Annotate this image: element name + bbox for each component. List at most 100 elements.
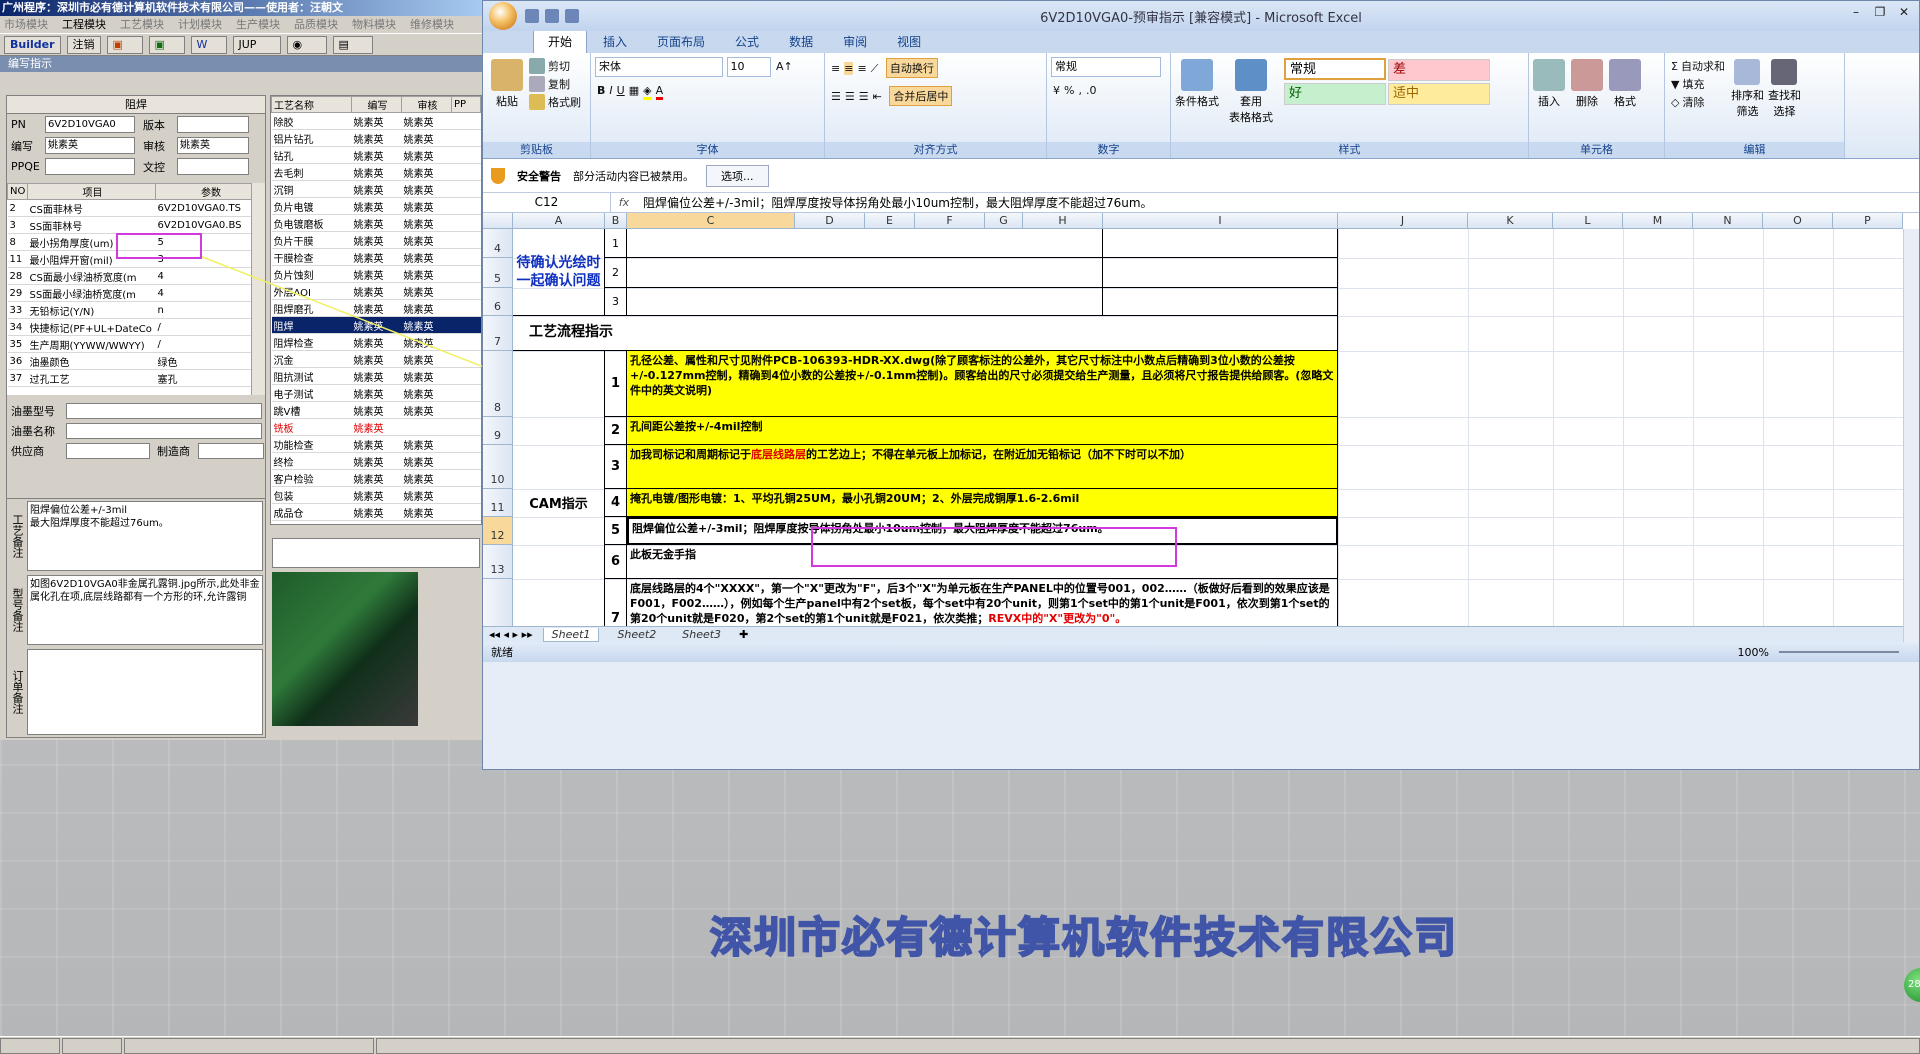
column-header[interactable]: O — [1763, 213, 1833, 229]
percent-icon[interactable]: % — [1064, 84, 1074, 97]
column-header[interactable]: L — [1553, 213, 1623, 229]
order-note[interactable] — [27, 649, 263, 735]
param-row[interactable]: 29 SS面最小绿油桥宽度(m 4 — [7, 284, 265, 302]
font-color-icon[interactable]: A — [655, 84, 664, 100]
wrap-text-button[interactable]: 自动换行 — [885, 58, 938, 78]
row-header[interactable]: 8 — [483, 351, 513, 417]
column-header[interactable]: D — [795, 213, 865, 229]
sheet-tab-2[interactable]: Sheet2 — [609, 628, 664, 641]
row-header[interactable]: 12 — [483, 517, 513, 545]
row-header[interactable]: 13 — [483, 545, 513, 579]
question-cell[interactable] — [627, 258, 1103, 288]
step-number[interactable]: 7 — [605, 579, 627, 626]
ribbon-tab[interactable]: 视图 — [883, 30, 935, 53]
question-number[interactable]: 1 — [605, 229, 627, 258]
row-header[interactable]: 4 — [483, 229, 513, 258]
process-title-cell[interactable]: 工艺流程指示 — [513, 316, 1338, 351]
step-number[interactable]: 1 — [605, 351, 627, 417]
menu-item[interactable]: 物料模块 — [352, 16, 396, 33]
grow-font-icon[interactable]: A↑ — [776, 60, 793, 73]
format-painter-button[interactable]: 格式刷 — [529, 94, 581, 110]
step-number[interactable]: 2 — [605, 417, 627, 445]
save-icon[interactable] — [525, 9, 539, 23]
column-header[interactable]: P — [1833, 213, 1903, 229]
currency-icon[interactable]: ¥ — [1053, 84, 1060, 97]
process-row[interactable]: 外层AOI 姚素英 姚素英 — [271, 282, 481, 300]
question-cell[interactable] — [627, 288, 1103, 316]
border-icon[interactable]: ▦ — [629, 84, 639, 97]
process-list[interactable]: 工艺名称 编写 审核 PP 除胶 姚素英 姚素英 铝片钻孔 姚素英 姚素英 钻孔 姚素英 姚素英… — [270, 95, 482, 525]
process-row[interactable]: 阻焊 姚素英 姚素英 — [271, 316, 481, 334]
align-middle-icon[interactable]: ≡ — [844, 62, 854, 75]
craft-note[interactable]: 阻焊偏位公差+/-3mil 最大阻焊厚度不能超过76um。 — [27, 501, 263, 571]
underline-icon[interactable]: U — [617, 84, 625, 97]
process-row[interactable]: 阻焊磨孔 姚素英 姚素英 — [271, 299, 481, 317]
close-icon[interactable]: ✕ — [1893, 5, 1915, 21]
style-bad[interactable]: 差 — [1388, 59, 1490, 81]
process-row[interactable]: 铝片钻孔 姚素英 姚素英 — [271, 129, 481, 147]
version-field[interactable] — [177, 116, 249, 133]
align-top-icon[interactable]: ≡ — [831, 62, 840, 75]
taskbar-slot-3[interactable] — [124, 1038, 374, 1054]
align-bottom-icon[interactable]: ≡ — [857, 62, 866, 75]
confirm-title-cell[interactable]: 待确认光绘时一起确认问题 — [513, 229, 605, 316]
column-header[interactable]: C — [627, 213, 795, 229]
supplier-select[interactable] — [66, 443, 150, 459]
ribbon-tab[interactable]: 公式 — [721, 30, 773, 53]
menu-item[interactable]: 市场模块 — [4, 16, 48, 33]
taskbar-slot-2[interactable] — [62, 1038, 122, 1054]
process-row[interactable]: 客户检验 姚素英 姚素英 — [271, 469, 481, 487]
step-number[interactable]: 3 — [605, 445, 627, 489]
ink-type-select[interactable] — [66, 403, 262, 419]
column-header[interactable]: M — [1623, 213, 1693, 229]
menu-item[interactable]: 维修模块 — [410, 16, 454, 33]
font-size-select[interactable]: 10 — [726, 57, 771, 77]
undo-icon[interactable] — [545, 9, 559, 23]
process-row[interactable]: 沉金 姚素英 姚素英 — [271, 350, 481, 368]
italic-icon[interactable]: I — [609, 84, 612, 97]
menu-item[interactable]: 工程模块 — [62, 16, 106, 33]
question-answer[interactable] — [1103, 288, 1338, 316]
row-header[interactable]: 5 — [483, 258, 513, 288]
ppt-icon[interactable]: ▣ — [106, 36, 143, 54]
comma-icon[interactable]: , — [1078, 84, 1082, 97]
process-row[interactable]: 负电镀磨板 姚素英 姚素英 — [271, 214, 481, 232]
author-field[interactable]: 姚素英 — [45, 137, 135, 154]
paste-button[interactable]: 粘贴 — [487, 57, 527, 111]
step-text[interactable]: 孔径公差、属性和尺寸见附件PCB-106393-HDR-XX.dwg(除了顾客标… — [627, 351, 1338, 417]
column-header[interactable]: G — [985, 213, 1023, 229]
param-row[interactable]: 2 CS面菲林号 6V2D10VGA0.TS — [7, 199, 265, 217]
decimal-icon[interactable]: .0 — [1086, 84, 1097, 97]
step-number[interactable]: 5 — [605, 517, 627, 545]
question-cell[interactable] — [627, 229, 1103, 258]
orientation-icon[interactable]: ⟋ — [871, 62, 879, 76]
merge-center-button[interactable]: 合并后居中 — [889, 86, 953, 106]
sheet-tab-3[interactable]: Sheet3 — [674, 628, 729, 641]
step-number[interactable]: 6 — [605, 545, 627, 579]
step-text-3[interactable]: 加我司标记和周期标记于底层线路层的工艺边上；不得在单元板上加标记，在附近加无铅标… — [627, 445, 1338, 489]
process-row[interactable]: 钻孔 姚素英 姚素英 — [271, 146, 481, 164]
process-row[interactable]: 去毛刺 姚素英 姚素英 — [271, 163, 481, 181]
number-format-select[interactable]: 常规 — [1051, 57, 1161, 77]
params-scrollbar[interactable] — [251, 183, 265, 395]
eye-icon[interactable]: ◉ — [286, 36, 327, 54]
process-row[interactable]: 跳V槽 姚素英 姚素英 — [271, 401, 481, 419]
column-header[interactable]: A — [513, 213, 605, 229]
model-note[interactable]: 如图6V2D10VGA0非金属孔露铜.jpg所示,此处非金属化孔在项,底层线路都… — [27, 575, 263, 645]
param-row[interactable]: 35 生产周期(YYWW/WWYY) / — [7, 335, 265, 353]
process-row[interactable]: 除胶 姚素英 姚素英 — [271, 112, 481, 130]
process-row[interactable]: 阻焊检查 姚素英 姚素英 — [271, 333, 481, 351]
process-input[interactable] — [272, 538, 480, 568]
autosum-button[interactable]: Σ 自动求和 — [1671, 58, 1725, 74]
param-row[interactable]: 37 过孔工艺 塞孔 — [7, 369, 265, 387]
ribbon-tab[interactable]: 插入 — [589, 30, 641, 53]
question-answer[interactable] — [1103, 229, 1338, 258]
menu-item[interactable]: 工艺模块 — [120, 16, 164, 33]
cam-title-cell[interactable]: CAM指示 — [513, 351, 605, 626]
process-row[interactable]: 电子测试 姚素英 姚素英 — [271, 384, 481, 402]
zoom-slider[interactable] — [1779, 651, 1899, 653]
process-row[interactable]: 功能检查 姚素英 姚素英 — [271, 435, 481, 453]
sheet-tab-1[interactable]: Sheet1 — [542, 627, 600, 642]
ribbon-tab[interactable]: 数据 — [775, 30, 827, 53]
menu-item[interactable]: 生产模块 — [236, 16, 280, 33]
